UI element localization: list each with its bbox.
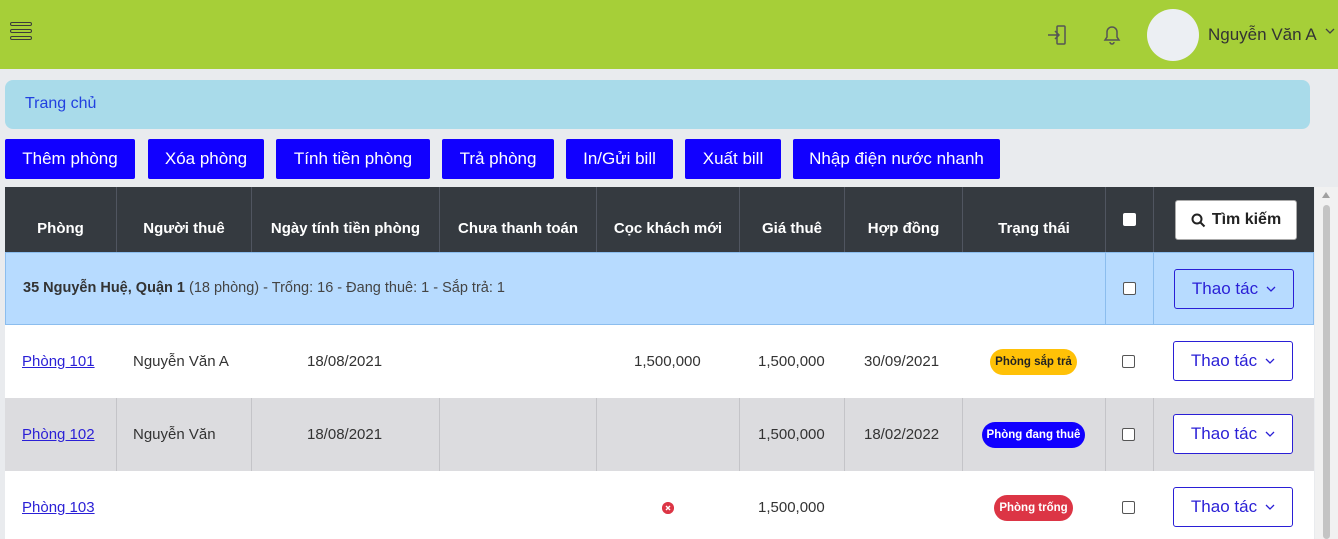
top-navbar: Nguyễn Văn A: [0, 0, 1338, 69]
breadcrumb-home-link[interactable]: Trang chủ: [25, 95, 96, 113]
avatar[interactable]: [1147, 9, 1199, 61]
price-cell: 1,500,000: [758, 499, 825, 516]
group-row: 35 Nguyễn Huệ, Quận 1 (18 phòng) - Trống…: [5, 252, 1314, 326]
price-cell: 1,500,000: [758, 353, 825, 370]
error-x-icon: [662, 502, 674, 514]
select-all-checkbox[interactable]: [1123, 213, 1136, 226]
col-billing-date: Ngày tính tiền phòng: [252, 187, 440, 252]
bell-icon[interactable]: [1101, 24, 1123, 46]
chevron-down-icon: [1265, 358, 1275, 364]
col-tenant: Người thuê: [117, 187, 252, 252]
room-link[interactable]: Phòng 103: [22, 499, 95, 516]
tenant-cell: Nguyễn Văn A: [133, 353, 229, 370]
row-action-button[interactable]: Thao tác: [1173, 414, 1293, 454]
contract-cell: 30/09/2021: [864, 353, 940, 370]
room-link[interactable]: Phòng 101: [22, 353, 95, 370]
action-label: Thao tác: [1190, 424, 1258, 443]
table-row: Phòng 102 Nguyễn Văn 18/08/2021 1,500,00…: [5, 398, 1314, 471]
breadcrumb: Trang chủ: [5, 80, 1310, 129]
chevron-down-icon: [1266, 286, 1276, 292]
table-header: Phòng Người thuê Ngày tính tiền phòng Ch…: [5, 187, 1314, 252]
group-name: 35 Nguyễn Huệ, Quận 1: [23, 280, 185, 296]
delete-room-button[interactable]: Xóa phòng: [148, 139, 264, 179]
checkout-room-button[interactable]: Trả phòng: [442, 139, 554, 179]
group-action-button[interactable]: Thao tác: [1174, 269, 1294, 309]
scrollbar-thumb[interactable]: [1323, 205, 1330, 539]
row-checkbox[interactable]: [1122, 501, 1135, 514]
col-room: Phòng: [5, 187, 117, 252]
price-cell: 1,500,000: [758, 426, 825, 443]
col-contract: Hợp đồng: [845, 187, 963, 252]
row-checkbox[interactable]: [1122, 428, 1135, 441]
table-row: Phòng 101 Nguyễn Văn A 18/08/2021 1,500,…: [5, 325, 1314, 398]
tenant-cell: Nguyễn Văn: [133, 426, 216, 443]
user-name[interactable]: Nguyễn Văn A: [1208, 25, 1317, 45]
search-label: Tìm kiếm: [1211, 211, 1282, 228]
col-unpaid: Chưa thanh toán: [440, 187, 597, 252]
action-label: Thao tác: [1190, 497, 1258, 516]
room-link[interactable]: Phòng 102: [22, 426, 95, 443]
billing-date-cell: 18/08/2021: [307, 353, 383, 370]
col-select-all: [1106, 187, 1154, 252]
search-button[interactable]: Tìm kiếm: [1175, 200, 1297, 240]
quick-utility-input-button[interactable]: Nhập điện nước nhanh: [793, 139, 1000, 179]
add-room-button[interactable]: Thêm phòng: [5, 139, 135, 179]
status-badge: Phòng đang thuê: [982, 422, 1085, 448]
deposit-cell: 1,500,000: [634, 353, 701, 370]
billing-date-cell: 18/08/2021: [307, 426, 383, 443]
search-icon: [1191, 213, 1206, 227]
export-bill-button[interactable]: Xuất bill: [685, 139, 781, 179]
vertical-scrollbar[interactable]: [1315, 187, 1338, 539]
action-label: Thao tác: [1191, 279, 1259, 298]
action-label: Thao tác: [1190, 351, 1258, 370]
row-action-button[interactable]: Thao tác: [1173, 487, 1293, 527]
col-status: Trạng thái: [963, 187, 1106, 252]
chevron-down-icon[interactable]: [1325, 26, 1335, 36]
group-summary: 35 Nguyễn Huệ, Quận 1 (18 phòng) - Trống…: [23, 280, 505, 296]
chevron-down-icon: [1265, 431, 1275, 437]
status-badge: Phòng trống: [994, 495, 1073, 521]
chevron-down-icon: [1265, 504, 1275, 510]
menu-icon[interactable]: [10, 22, 32, 46]
group-counts: (18 phòng) - Trống: 16 - Đang thuê: 1 - …: [184, 280, 505, 296]
contract-cell: 18/02/2022: [864, 426, 940, 443]
calculate-rent-button[interactable]: Tính tiền phòng: [276, 139, 430, 179]
rooms-table: Phòng Người thuê Ngày tính tiền phòng Ch…: [5, 187, 1314, 539]
status-badge: Phòng sắp trả: [990, 349, 1077, 375]
table-row: Phòng 103 1,500,000 Phòng trống Thao tác: [5, 471, 1314, 539]
logout-icon[interactable]: [1046, 24, 1068, 46]
scroll-up-arrow-icon[interactable]: [1322, 192, 1330, 198]
row-checkbox[interactable]: [1122, 355, 1135, 368]
print-send-bill-button[interactable]: In/Gửi bill: [566, 139, 673, 179]
row-action-button[interactable]: Thao tác: [1173, 341, 1293, 381]
col-price: Giá thuê: [740, 187, 845, 252]
col-deposit: Cọc khách mới: [597, 187, 740, 252]
group-checkbox[interactable]: [1123, 282, 1136, 295]
